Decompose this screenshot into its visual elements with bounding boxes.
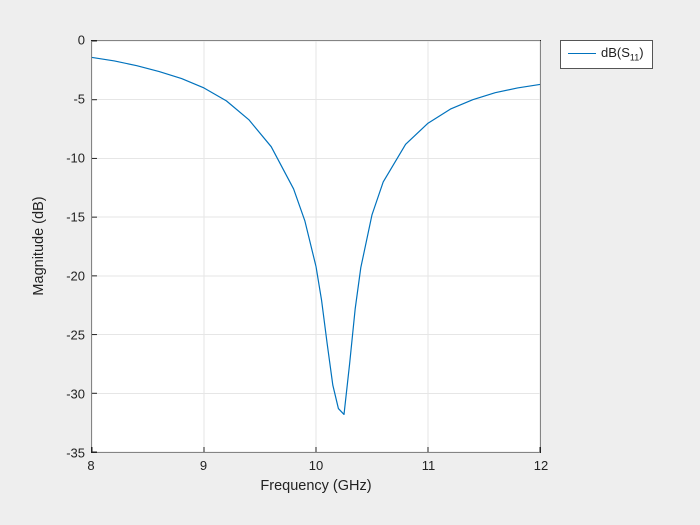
plot-axes[interactable] <box>91 40 541 453</box>
x-tick-label: 12 <box>534 458 548 473</box>
y-tick-label: -30 <box>66 387 85 402</box>
x-tick-label: 10 <box>309 458 323 473</box>
legend-text-close: ) <box>639 45 643 60</box>
x-tick-label: 11 <box>422 458 436 473</box>
x-tick-label: 9 <box>200 458 207 473</box>
y-tick-label: 0 <box>78 33 85 48</box>
y-tick-label: -5 <box>73 92 85 107</box>
y-tick-label: -10 <box>66 151 85 166</box>
y-tick-label: -15 <box>66 210 85 225</box>
y-axis-label: Magnitude (dB) <box>31 196 47 295</box>
grid-lines <box>92 41 540 452</box>
legend-text-main: dB(S <box>601 45 630 60</box>
y-tick-label: -20 <box>66 269 85 284</box>
x-tick-label: 8 <box>87 458 94 473</box>
y-tick-label: -35 <box>66 446 85 461</box>
legend[interactable]: dB(S11) <box>560 40 653 69</box>
plot-svg <box>92 41 540 452</box>
legend-swatch-icon <box>568 53 596 54</box>
x-axis-label: Frequency (GHz) <box>260 478 371 494</box>
legend-text-sub: 11 <box>630 53 639 63</box>
y-tick-label: -25 <box>66 328 85 343</box>
figure-window: 8 9 10 11 12 -35 -30 -25 -20 -15 -10 -5 0 Frequency… <box>0 0 700 525</box>
legend-entry-s11: dB(S11) <box>601 45 644 60</box>
